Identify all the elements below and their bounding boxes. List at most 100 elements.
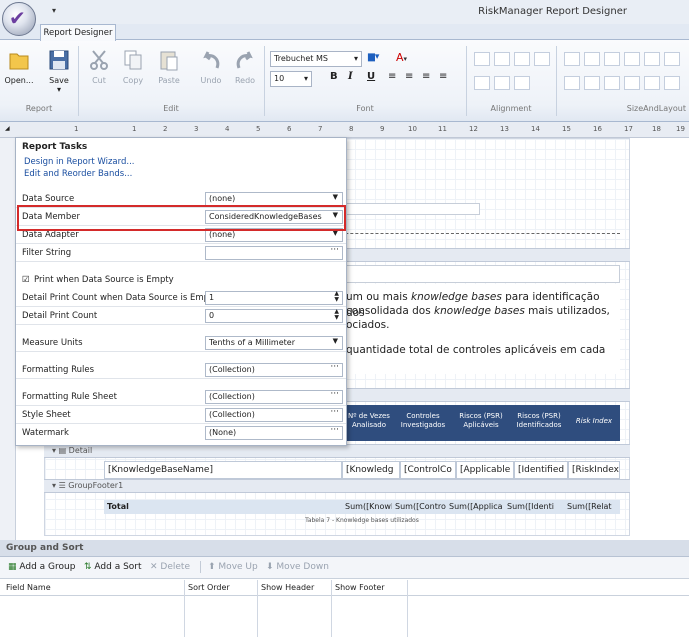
make-same-size-icon[interactable]	[624, 52, 640, 66]
add-group-button[interactable]: ▦ Add a Group	[8, 562, 75, 572]
column-header-show-header[interactable]: Show Header	[261, 583, 314, 592]
align-lefts-icon[interactable]	[494, 52, 510, 66]
table-caption[interactable]: Tabela 7 - Knowledge bases utilizados	[104, 517, 620, 527]
design-in-wizard-link[interactable]: Design in Report Wizard...	[24, 157, 134, 167]
paste-button[interactable]: Paste	[152, 48, 186, 100]
detail-field-cell[interactable]: [RiskIndex	[568, 461, 620, 479]
underline-button[interactable]: U	[367, 71, 375, 82]
align-center-icon[interactable]: ≡	[405, 71, 413, 82]
total-sum-cell[interactable]: Sum([Relat	[564, 500, 620, 514]
detail-field-cell[interactable]: [ControlCo	[400, 461, 456, 479]
make-same-height-icon[interactable]	[604, 52, 620, 66]
report-label-box[interactable]	[300, 265, 620, 283]
spinner-arrows-icon[interactable]: ▲ ▼	[334, 309, 339, 321]
table-header-cell[interactable]: Risk Index	[568, 405, 620, 441]
total-sum-cell[interactable]: Sum([Identi	[504, 500, 564, 514]
spinner-arrows-icon[interactable]: ▲ ▼	[334, 291, 339, 303]
size-to-grid-icon[interactable]	[564, 52, 580, 66]
ellipsis-icon[interactable]: ···	[330, 245, 339, 255]
center-horizontally-icon[interactable]	[664, 76, 680, 90]
horizontal-spacing-icon[interactable]	[644, 52, 660, 66]
measure-units-select[interactable]: Tenths of a Millimeter ▼	[205, 336, 343, 350]
cut-button[interactable]: Cut	[82, 48, 116, 100]
decrease-spacing-icon[interactable]	[584, 76, 600, 90]
align-to-grid-icon[interactable]	[474, 52, 490, 66]
tab-report-designer[interactable]: Report Designer	[40, 24, 116, 41]
increase-spacing-icon[interactable]	[564, 76, 580, 90]
arrow-up-icon: ⬆	[208, 562, 216, 572]
detail-field-cell[interactable]: [Applicable	[456, 461, 514, 479]
data-source-select[interactable]: (none) ▼	[205, 192, 343, 206]
application-menu-button[interactable]: ✔	[2, 2, 36, 36]
detail-count-empty-spinner[interactable]: 1 ▲ ▼	[205, 291, 343, 305]
edit-reorder-bands-link[interactable]: Edit and Reorder Bands...	[24, 169, 132, 179]
open-button[interactable]: Open...	[2, 48, 36, 100]
report-tasks-panel: Report Tasks Design in Report Wizard... …	[15, 137, 347, 446]
ruler-corner-icon[interactable]: ◢	[5, 125, 10, 132]
total-sum-cell[interactable]: Sum([Knowle	[342, 500, 392, 514]
detail-field-cell[interactable]: [KnowledgeBaseName]	[104, 461, 342, 479]
table-header-cell[interactable]: Controles Investigados	[394, 405, 452, 441]
undo-label: Undo	[200, 76, 222, 85]
group-sort-title: Group and Sort	[0, 540, 689, 557]
align-right-icon[interactable]: ≡	[422, 71, 430, 82]
save-button[interactable]: Save ▾	[42, 48, 76, 100]
highlight-color-button[interactable]: ▆▾	[368, 52, 379, 62]
table-header-cell[interactable]: Riscos (PSR) Identificados	[510, 405, 568, 441]
delete-button[interactable]: ✕ Delete	[150, 562, 190, 572]
ruler-mark: 8	[349, 125, 354, 133]
move-up-button[interactable]: ⬆ Move Up	[208, 562, 258, 572]
font-size-select[interactable]: 10 ▾	[270, 71, 312, 87]
align-rights-icon[interactable]	[534, 52, 550, 66]
save-dropdown-icon[interactable]: ▾	[42, 85, 76, 94]
collapse-icon[interactable]: ▾	[52, 481, 56, 490]
add-sort-label: Add a Sort	[94, 562, 142, 572]
bring-to-front-icon[interactable]	[624, 76, 640, 90]
table-header-cell[interactable]: Riscos (PSR) Aplicáveis	[452, 405, 510, 441]
ellipsis-icon[interactable]: ···	[330, 425, 339, 435]
band-header-detail[interactable]: ▾ ▤ Detail	[44, 444, 630, 458]
ruler-mark: 4	[225, 125, 230, 133]
delete-label: Delete	[160, 562, 190, 572]
font-name-select[interactable]: Trebuchet MS ▾	[270, 51, 362, 67]
add-sort-button[interactable]: ⇅ Add a Sort	[84, 562, 142, 572]
send-to-back-icon[interactable]	[644, 76, 660, 90]
print-when-empty-checkbox[interactable]: ☑	[22, 275, 30, 285]
align-left-icon[interactable]: ≡	[388, 71, 396, 82]
column-header-show-footer[interactable]: Show Footer	[335, 583, 385, 592]
style-sheet-field[interactable]: (Collection) ···	[205, 407, 343, 422]
copy-button[interactable]: Copy	[116, 48, 150, 100]
detail-field-cell[interactable]: [Identified	[514, 461, 568, 479]
move-down-button[interactable]: ⬇ Move Down	[266, 562, 329, 572]
align-bottoms-icon[interactable]	[514, 76, 530, 90]
filter-string-field[interactable]: ···	[205, 245, 343, 260]
vertical-spacing-icon[interactable]	[664, 52, 680, 66]
formatting-rules-field[interactable]: (Collection) ···	[205, 362, 343, 377]
ellipsis-icon[interactable]: ···	[330, 389, 339, 399]
table-header-cell[interactable]: Nº de Vezes Analisado	[344, 405, 394, 441]
undo-button[interactable]: Undo	[194, 48, 228, 100]
total-sum-cell[interactable]: Sum([Contro	[392, 500, 446, 514]
font-color-button[interactable]: A▾	[396, 51, 407, 64]
detail-field-cell[interactable]: [Knowledg	[342, 461, 400, 479]
formatting-rule-sheet-field[interactable]: (Collection) ···	[205, 389, 343, 404]
column-header-sort-order[interactable]: Sort Order	[188, 583, 230, 592]
italic-button[interactable]: I	[348, 71, 353, 82]
collapse-icon[interactable]: ▾	[52, 446, 56, 455]
justify-icon[interactable]: ≡	[439, 71, 447, 82]
bold-button[interactable]: B	[330, 71, 338, 82]
total-label-cell[interactable]: Total	[104, 500, 342, 514]
remove-spacing-icon[interactable]	[604, 76, 620, 90]
watermark-field[interactable]: (None) ···	[205, 425, 343, 440]
column-header-field-name[interactable]: Field Name	[6, 583, 51, 592]
redo-button[interactable]: Redo	[228, 48, 262, 100]
align-middles-icon[interactable]	[494, 76, 510, 90]
ellipsis-icon[interactable]: ···	[330, 362, 339, 372]
band-header-groupfooter[interactable]: ▾ ☰ GroupFooter1	[44, 479, 630, 493]
make-same-width-icon[interactable]	[584, 52, 600, 66]
detail-count-spinner[interactable]: 0 ▲ ▼	[205, 309, 343, 323]
align-tops-icon[interactable]	[474, 76, 490, 90]
ellipsis-icon[interactable]: ···	[330, 407, 339, 417]
total-sum-cell[interactable]: Sum([Applica	[446, 500, 504, 514]
align-centers-icon[interactable]	[514, 52, 530, 66]
